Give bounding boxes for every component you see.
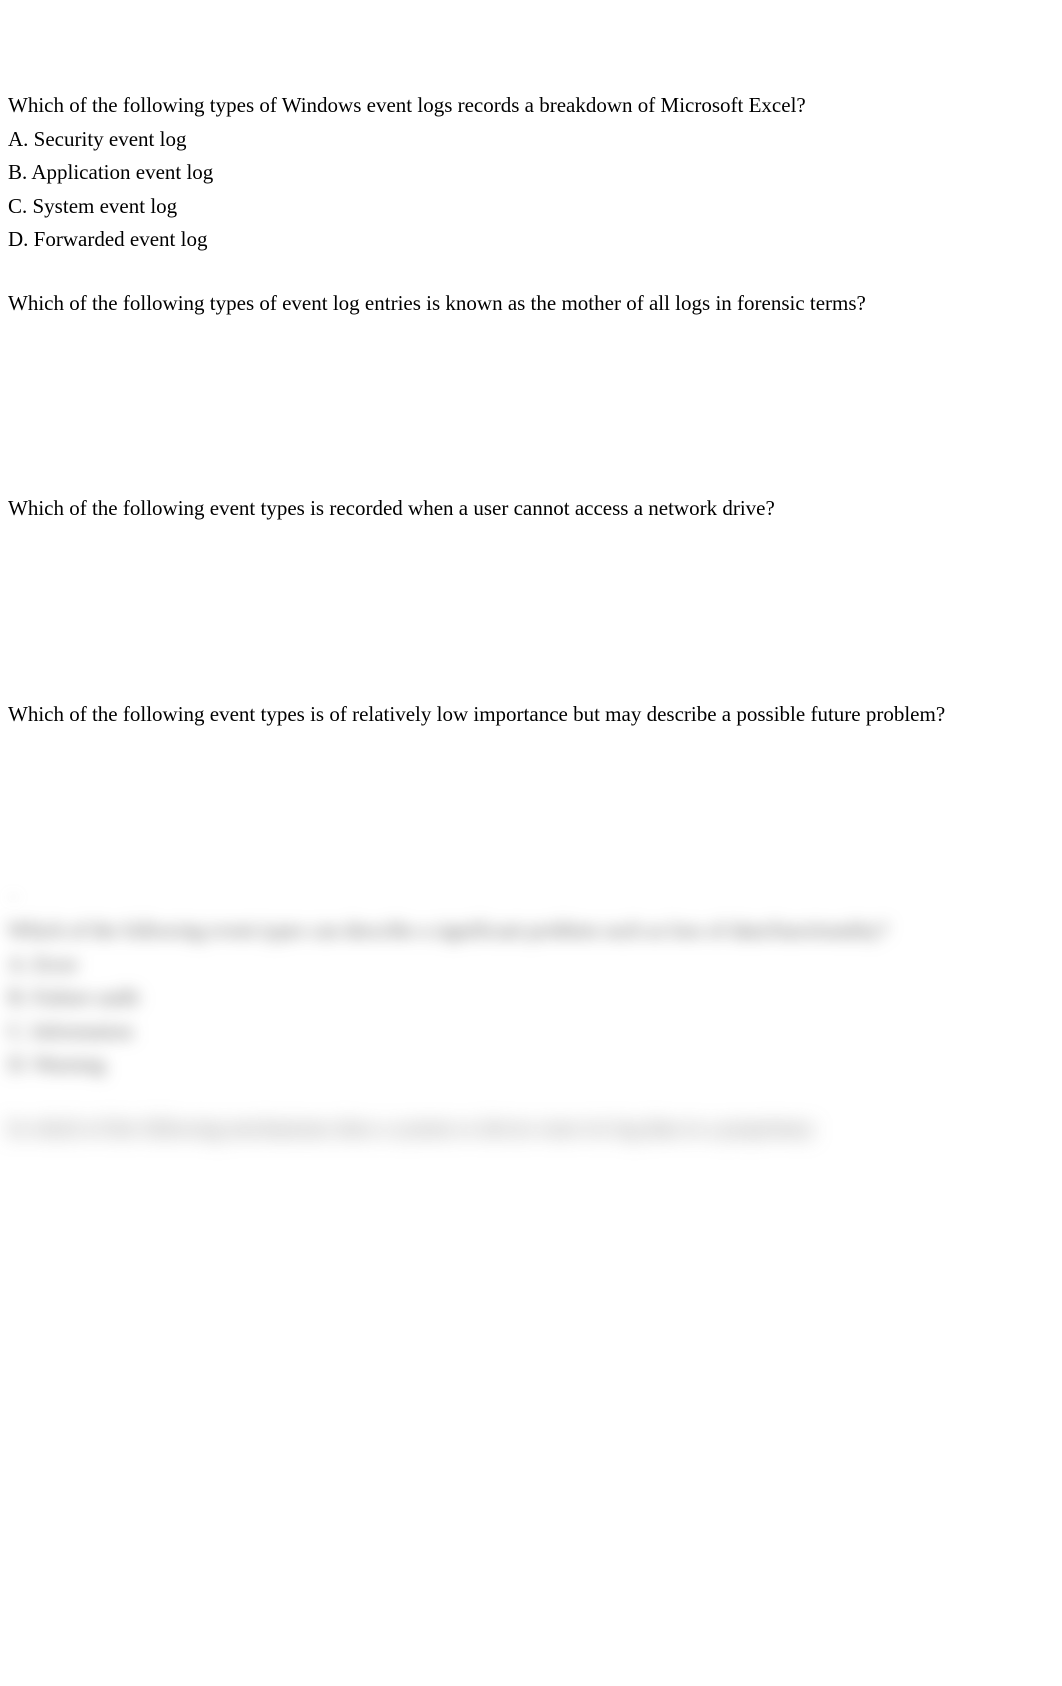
question-text: Which of the following event types is of… — [8, 699, 1054, 731]
option-b: B. Failure audit — [8, 982, 1054, 1014]
question-6-blurred: In which of the following mechanisms doe… — [8, 1113, 1054, 1145]
question-2: Which of the following types of event lo… — [8, 288, 1054, 462]
trail-text: ... — [8, 884, 1054, 905]
question-text: Which of the following types of event lo… — [8, 288, 1054, 320]
option-d: D. Warning — [8, 1049, 1054, 1081]
question-4: Which of the following event types is of… — [8, 699, 1054, 873]
option-d: D. Forwarded event log — [8, 224, 1054, 256]
question-text: In which of the following mechanisms doe… — [8, 1113, 1054, 1145]
document-content: Which of the following types of Windows … — [0, 0, 1062, 1144]
question-3: Which of the following event types is re… — [8, 493, 1054, 667]
option-b: B. Application event log — [8, 157, 1054, 189]
option-a: A. Security event log — [8, 124, 1054, 156]
option-c: C. System event log — [8, 191, 1054, 223]
option-c: C. Information — [8, 1016, 1054, 1048]
question-1: Which of the following types of Windows … — [8, 90, 1054, 256]
option-a: A. Error — [8, 949, 1054, 981]
question-text: Which of the following event types is re… — [8, 493, 1054, 525]
question-text: Which of the following types of Windows … — [8, 90, 1054, 122]
question-5-blurred: Which of the following event types can d… — [8, 915, 1054, 1081]
question-text: Which of the following event types can d… — [8, 915, 1054, 947]
